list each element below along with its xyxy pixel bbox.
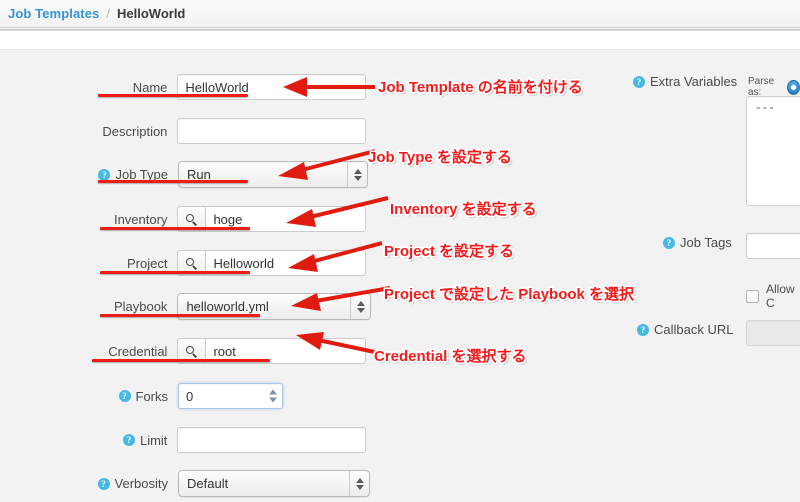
parse-as-group: Parse as:	[748, 76, 800, 98]
chevron-updown-icon-job-type	[347, 162, 367, 187]
label-verbosity: ? Verbosity	[78, 476, 168, 491]
input-project[interactable]: Helloworld	[205, 250, 366, 276]
help-icon-callback-url[interactable]: ?	[637, 323, 649, 336]
field-row-callback-url: ? Callback URL	[637, 322, 733, 337]
field-row-credential: Credential root	[96, 338, 366, 364]
field-row-project: Project Helloworld	[96, 250, 366, 276]
label-credential: Credential	[108, 343, 168, 359]
content-top-strip	[0, 31, 800, 49]
input-credential[interactable]: root	[205, 338, 366, 364]
label-playbook: Playbook	[113, 299, 168, 314]
help-icon-job-tags[interactable]: ?	[663, 236, 675, 249]
search-icon-inventory[interactable]	[177, 206, 206, 232]
input-job-tags[interactable]	[746, 233, 800, 259]
stepper-forks[interactable]	[269, 389, 277, 403]
input-name[interactable]: HelloWorld	[177, 74, 366, 100]
search-icon-credential[interactable]	[177, 338, 206, 364]
label-extra-variables-text: Extra Variables	[650, 74, 738, 89]
label-name: Name	[132, 79, 168, 95]
job-template-form: Name HelloWorld Description ? Job Type R…	[0, 49, 800, 502]
field-row-job-tags: ? Job Tags	[663, 235, 732, 250]
field-row-verbosity: ? Verbosity Default	[78, 470, 370, 497]
radio-parse-as-yaml[interactable]	[787, 79, 800, 95]
chevron-updown-icon-verbosity	[349, 471, 369, 496]
field-row-playbook: Playbook helloworld.yml	[96, 293, 371, 320]
select-verbosity[interactable]: Default	[178, 470, 370, 497]
select-playbook-value: helloworld.yml	[186, 299, 269, 314]
field-row-job-type: ? Job Type Run	[78, 161, 368, 188]
checkbox-allow-callback[interactable]	[746, 289, 759, 303]
label-job-tags-text: Job Tags	[680, 235, 732, 250]
help-icon-forks[interactable]: ?	[118, 390, 131, 402]
select-job-type-value: Run	[187, 167, 211, 182]
help-icon-verbosity[interactable]: ?	[97, 477, 110, 490]
label-verbosity-text: Verbosity	[114, 476, 168, 491]
label-job-type-text: Job Type	[115, 167, 168, 182]
label-extra-variables: ? Extra Variables	[633, 74, 737, 89]
chevron-updown-icon-playbook	[350, 294, 370, 319]
breadcrumb: Job Templates / HelloWorld	[0, 0, 800, 28]
help-icon-job-type[interactable]: ?	[98, 168, 111, 181]
label-forks-text: Forks	[135, 388, 169, 404]
field-row-extra-variables: ? Extra Variables	[633, 74, 737, 89]
field-row-limit: ? Limit	[96, 427, 366, 453]
field-row-description: Description	[96, 118, 366, 144]
label-callback-url: ? Callback URL	[637, 322, 733, 337]
breadcrumb-link-job-templates[interactable]: Job Templates	[8, 6, 99, 21]
label-callback-url-text: Callback URL	[654, 322, 734, 337]
label-forks: ? Forks	[96, 389, 168, 404]
field-row-name: Name HelloWorld	[96, 74, 366, 100]
label-parse-as: Parse as:	[748, 76, 775, 98]
field-row-forks: ? Forks 0	[96, 383, 366, 409]
breadcrumb-current: HelloWorld	[117, 6, 186, 21]
input-callback-url	[746, 320, 800, 346]
input-description[interactable]	[177, 118, 366, 144]
input-limit[interactable]	[177, 427, 366, 453]
select-verbosity-value: Default	[187, 476, 229, 491]
checkbox-row-allow-callback[interactable]: Allow C	[746, 282, 800, 310]
input-forks-value: 0	[186, 388, 194, 404]
lookup-project[interactable]: Helloworld	[177, 250, 366, 276]
lookup-inventory[interactable]: hoge	[177, 206, 366, 232]
label-limit-text: Limit	[139, 432, 168, 448]
input-inventory[interactable]: hoge	[205, 206, 366, 232]
select-job-type[interactable]: Run	[178, 161, 368, 188]
input-forks[interactable]: 0	[178, 383, 283, 409]
lookup-credential[interactable]: root	[177, 338, 366, 364]
label-description: Description	[102, 123, 168, 139]
select-playbook[interactable]: helloworld.yml	[177, 293, 371, 320]
label-job-tags: ? Job Tags	[663, 235, 732, 250]
breadcrumb-separator: /	[106, 6, 110, 21]
label-limit: ? Limit	[96, 433, 167, 448]
label-project: Project	[126, 255, 168, 271]
textarea-extra-variables[interactable]: ---	[746, 96, 800, 206]
help-icon-limit[interactable]: ?	[122, 434, 135, 446]
label-inventory: Inventory	[113, 211, 168, 227]
label-job-type: ? Job Type	[78, 167, 168, 182]
field-row-inventory: Inventory hoge	[96, 206, 366, 232]
help-icon-extra-variables[interactable]: ?	[633, 75, 645, 88]
label-allow-callback: Allow C	[766, 282, 795, 310]
search-icon-project[interactable]	[177, 250, 206, 276]
